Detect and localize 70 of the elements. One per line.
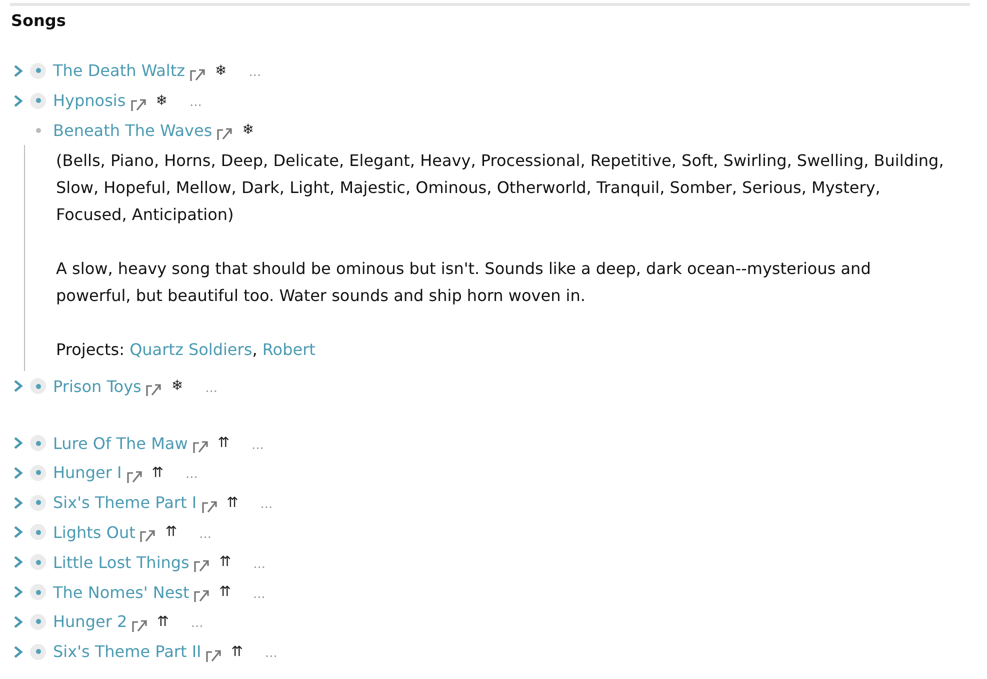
more-options[interactable]: ... xyxy=(190,616,204,632)
more-options[interactable]: ... xyxy=(199,526,212,542)
chevron-right-icon[interactable] xyxy=(12,496,24,510)
song-marker: ⇈ xyxy=(152,464,164,481)
song-link[interactable]: The Death Waltz xyxy=(53,61,186,80)
more-options[interactable]: ... xyxy=(253,586,266,602)
song-link[interactable]: Six's Theme Part I xyxy=(53,493,197,512)
bullet-icon[interactable] xyxy=(30,494,46,511)
chevron-right-icon[interactable] xyxy=(12,466,24,480)
chevron-right-icon[interactable] xyxy=(12,585,24,600)
more-options[interactable]: ... xyxy=(185,467,198,482)
song-description: A slow, heavy song that should be ominous but isn't. Sounds like a deep, dark ocean--mysterious and powerful, but beautiful too. Water sounds and ship horn woven in. xyxy=(56,258,872,308)
bullet-icon[interactable] xyxy=(30,92,46,109)
separator: , xyxy=(252,340,258,360)
bullet-icon[interactable] xyxy=(30,378,46,394)
song-link[interactable]: Hypnosis xyxy=(53,91,126,110)
song-marker: ⇈ xyxy=(226,494,238,511)
tag-list: (Bells, Piano, Horns, Deep, Delicate, Elegant, Heavy, Processional, Repetitive, Soft, Swirling, Swelling, Building, Slow, Hopeful, Mellow, Dark, Light, Majestic, Ominous, Otherworld, Tranquil, Somber, Serious, Mystery, Focused, Anticipation) xyxy=(56,147,946,228)
song-marker: ❄ xyxy=(156,92,168,109)
chevron-right-icon[interactable] xyxy=(12,64,24,78)
more-options[interactable]: ... xyxy=(189,95,202,110)
song-marker: ❄ xyxy=(242,122,254,138)
song-link[interactable]: Six's Theme Part II xyxy=(53,642,202,662)
bullet-icon[interactable] xyxy=(30,644,46,660)
more-options[interactable]: ... xyxy=(265,646,278,662)
bullet-icon[interactable] xyxy=(30,435,46,452)
external-link-icon[interactable] xyxy=(193,557,212,574)
chevron-right-icon[interactable] xyxy=(12,525,24,540)
bullet-icon[interactable] xyxy=(30,554,46,570)
bullet-icon[interactable] xyxy=(30,584,46,600)
song-marker: ⇈ xyxy=(219,554,232,570)
song-link[interactable]: Hunger 2 xyxy=(53,612,128,632)
chevron-right-icon[interactable] xyxy=(12,436,24,450)
chevron-right-icon[interactable] xyxy=(12,555,24,570)
external-link-icon[interactable] xyxy=(192,438,210,454)
more-options[interactable]: ... xyxy=(253,556,266,572)
project-link[interactable]: Robert xyxy=(262,340,316,360)
song-link[interactable]: The Nomes' Nest xyxy=(53,582,190,602)
chevron-right-icon[interactable] xyxy=(12,644,24,659)
external-link-icon[interactable] xyxy=(139,527,158,544)
song-marker: ⇈ xyxy=(165,524,178,540)
song-link[interactable]: Lure Of The Maw xyxy=(53,434,188,453)
song-marker: ❄ xyxy=(215,62,227,79)
external-link-icon[interactable] xyxy=(145,381,164,398)
bullet-icon[interactable] xyxy=(30,524,46,540)
external-link-icon[interactable] xyxy=(193,587,212,604)
bullet-icon[interactable] xyxy=(30,614,46,630)
projects-label: Projects: xyxy=(56,340,124,360)
song-marker: ⇈ xyxy=(219,584,232,600)
project-link[interactable]: Quartz Soldiers xyxy=(130,340,252,360)
bullet-icon[interactable] xyxy=(30,464,46,481)
song-link[interactable]: Beneath The Waves xyxy=(53,120,212,140)
song-marker: ⇈ xyxy=(231,644,244,660)
more-options[interactable]: ... xyxy=(252,438,264,453)
song-link[interactable]: Hunger I xyxy=(53,463,122,482)
more-options[interactable]: ... xyxy=(205,380,218,396)
external-link-icon[interactable] xyxy=(216,125,234,142)
chevron-right-icon[interactable] xyxy=(12,94,24,108)
song-marker: ❄ xyxy=(171,378,184,394)
more-options[interactable]: ... xyxy=(260,497,273,512)
bullet-icon[interactable] xyxy=(30,62,46,79)
song-marker: ⇈ xyxy=(218,435,230,452)
more-options[interactable]: ... xyxy=(248,65,262,80)
chevron-right-icon[interactable] xyxy=(12,614,24,629)
song-link[interactable]: Prison Toys xyxy=(53,376,142,396)
song-link[interactable]: Little Lost Things xyxy=(53,552,190,572)
song-link[interactable]: Lights Out xyxy=(53,522,136,542)
chevron-right-icon[interactable] xyxy=(12,379,24,394)
section-title: Songs xyxy=(11,11,66,30)
song-marker: ⇈ xyxy=(157,614,169,630)
